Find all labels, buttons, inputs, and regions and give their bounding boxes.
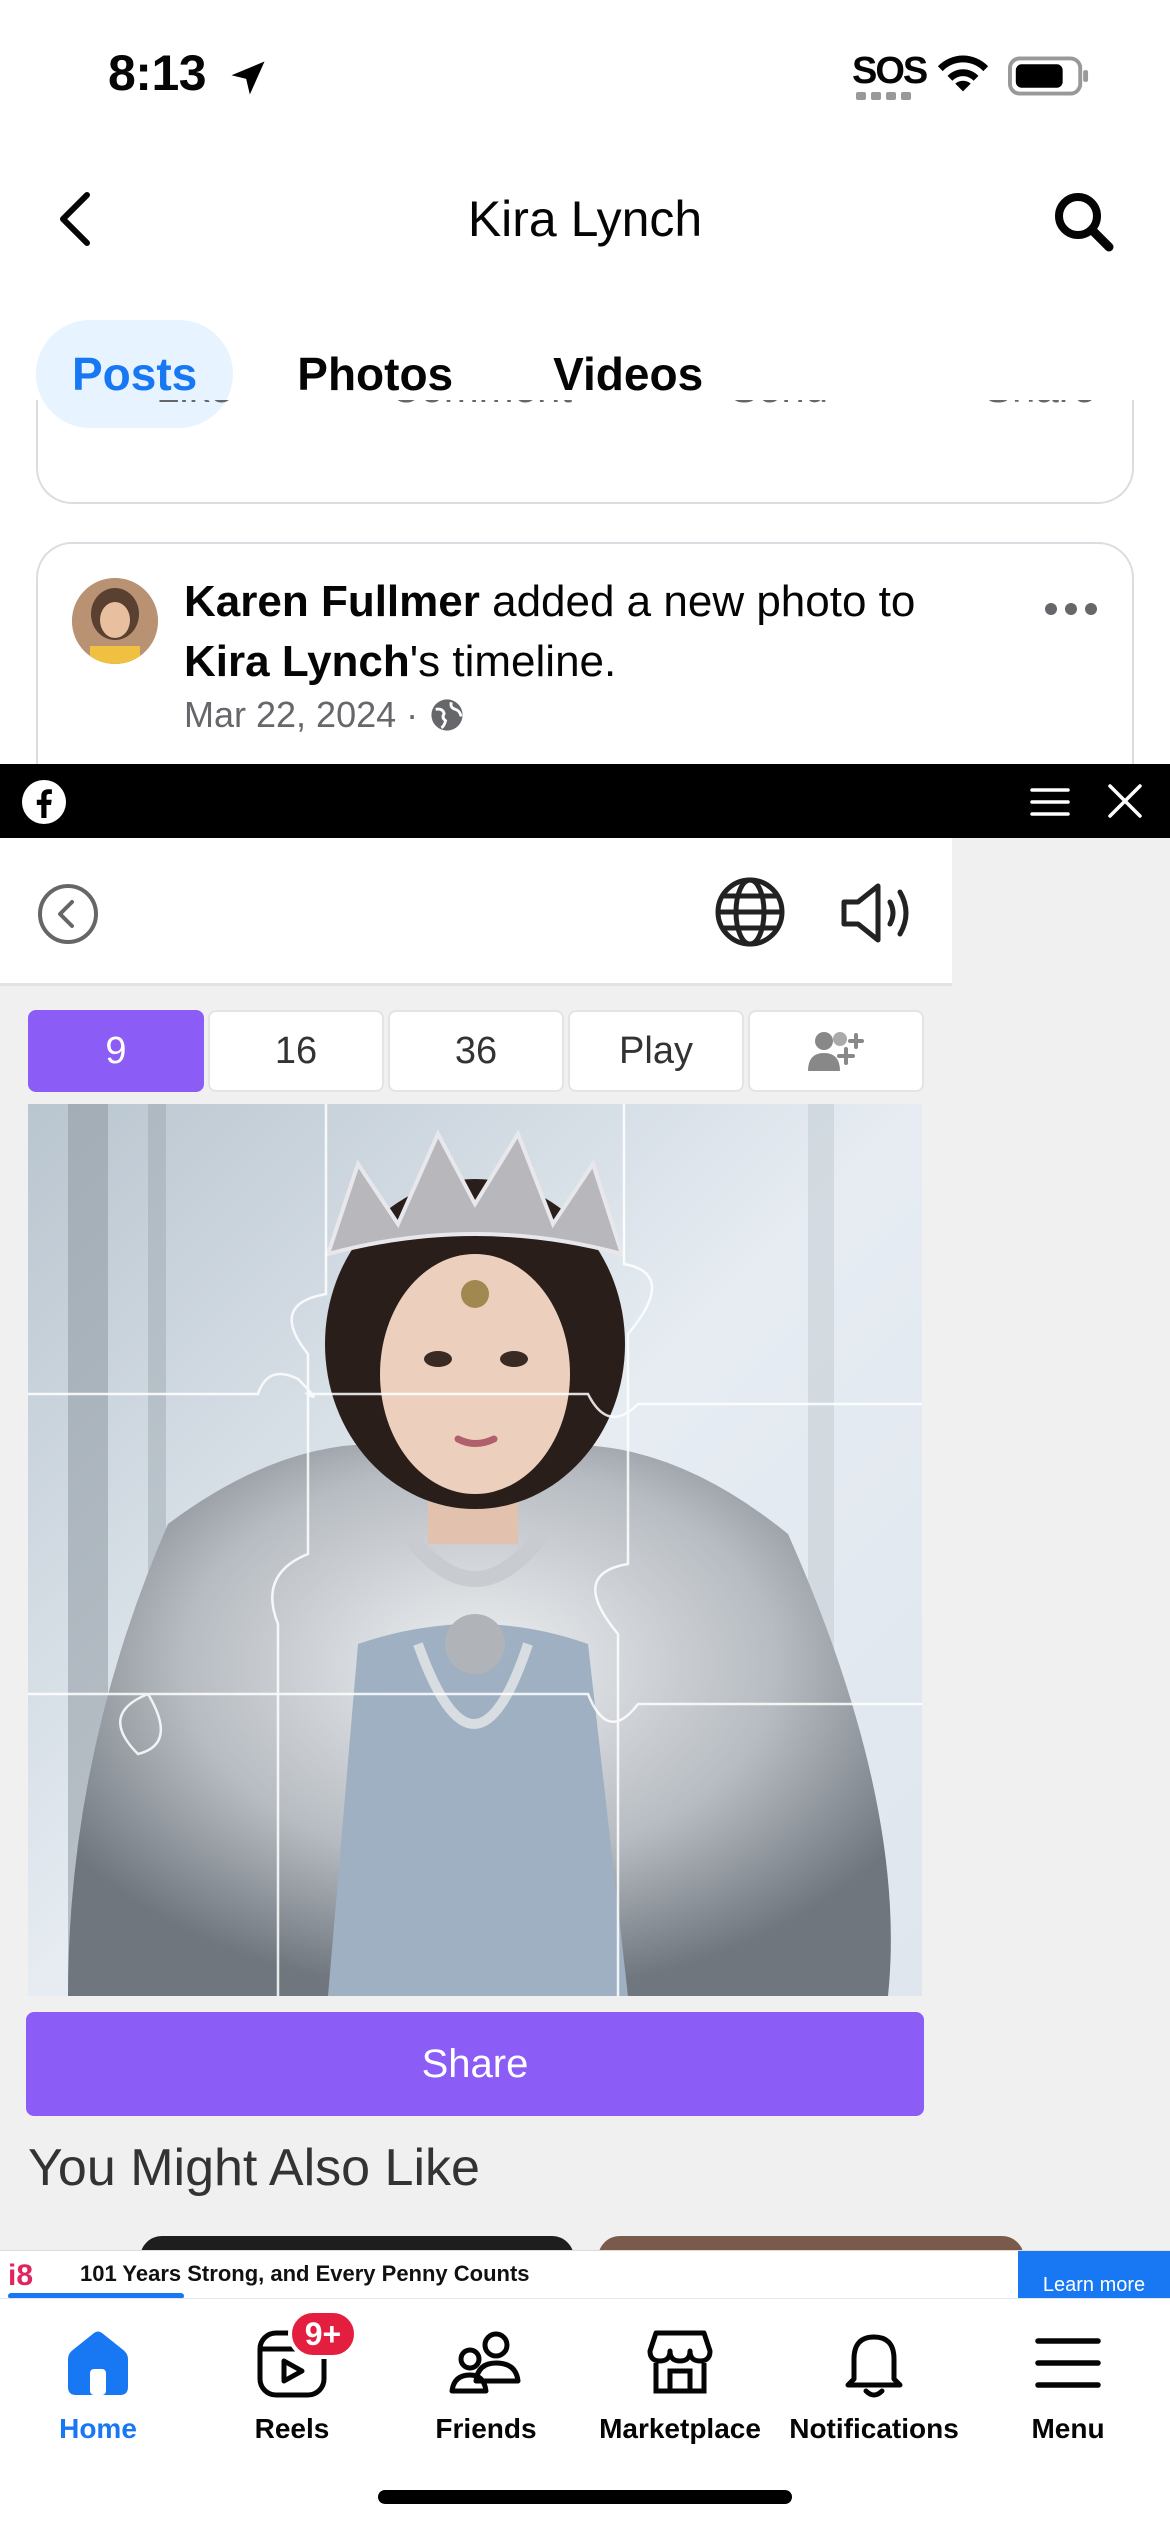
nav-notifications[interactable]: Notifications: [776, 2325, 972, 2465]
puzzle-size-selector: 9 16 36 Play: [28, 1010, 924, 1092]
more-options-button[interactable]: [1036, 594, 1106, 624]
nav-reels[interactable]: 9+ Reels: [194, 2309, 390, 2465]
nav-friends[interactable]: Friends: [388, 2325, 584, 2465]
reels-badge: 9+: [288, 2309, 358, 2359]
nav-label: Marketplace: [599, 2413, 761, 2444]
ad-logo: i8: [8, 2259, 34, 2292]
marketplace-icon: [647, 2330, 713, 2394]
home-icon: [68, 2331, 128, 2395]
jigsaw-puzzle-board[interactable]: [28, 1104, 922, 1996]
language-globe-icon[interactable]: [712, 874, 788, 950]
nav-label: Home: [59, 2413, 137, 2444]
status-time: 8:13: [108, 45, 207, 101]
post-text: Karen Fullmer added a new photo to Kira …: [184, 572, 1004, 692]
bell-icon: [845, 2334, 903, 2398]
nav-menu[interactable]: Menu: [970, 2325, 1166, 2465]
page-title: Kira Lynch: [467, 191, 703, 247]
post-actions-row: Like Comment Send Share: [36, 400, 1134, 504]
nav-label: Friends: [435, 2413, 537, 2444]
mode-9-button[interactable]: 9: [28, 1010, 204, 1092]
nav-marketplace[interactable]: Marketplace: [582, 2325, 778, 2465]
section-title: You Might Also Like: [28, 2139, 480, 2197]
in-app-browser-bar: [0, 764, 1170, 838]
game-toolbar: [0, 838, 952, 986]
post-card: Karen Fullmer added a new photo to Kira …: [36, 542, 1134, 802]
mode-16-button[interactable]: 16: [208, 1010, 384, 1092]
share-button[interactable]: Share: [26, 2012, 924, 2116]
nav-label: Notifications: [789, 2413, 959, 2444]
comment-button[interactable]: Comment: [390, 400, 572, 412]
status-bar: 8:13 SOS: [0, 0, 1170, 150]
wifi-icon: [937, 55, 989, 92]
browser-content: 9 16 36 Play Share You Might Also Like: [0, 838, 1170, 2298]
post-target[interactable]: Kira Lynch: [184, 637, 410, 686]
location-arrow-icon: [231, 61, 265, 95]
puzzle-image: [28, 1104, 922, 1996]
post-action-text: added a new photo to: [479, 577, 916, 626]
post-meta: Mar 22, 2024 ·: [184, 694, 464, 736]
facebook-logo-icon: [22, 780, 66, 824]
ad-banner[interactable]: i8 101 Years Strong, and Every Penny Cou…: [0, 2250, 1170, 2299]
post-target-suffix: 's timeline.: [409, 637, 617, 686]
home-indicator: [378, 2490, 792, 2504]
add-user-icon: [808, 1032, 864, 1071]
signal-dots-icon: [856, 92, 911, 100]
send-button[interactable]: Send: [730, 400, 828, 412]
share-post-button[interactable]: Share: [984, 400, 1096, 412]
status-sos: SOS: [852, 50, 928, 92]
close-icon[interactable]: [1102, 778, 1148, 824]
post-author[interactable]: Karen Fullmer: [184, 577, 480, 626]
avatar-image: [72, 578, 158, 664]
nav-label: Reels: [254, 2413, 330, 2444]
nav-home[interactable]: Home: [0, 2325, 196, 2465]
search-icon: [1055, 193, 1114, 252]
menu-icon: [1035, 2338, 1101, 2388]
invite-friends-button[interactable]: [748, 1010, 924, 1092]
like-button[interactable]: Like: [156, 400, 233, 412]
globe-icon: [431, 699, 463, 731]
hamburger-menu-icon[interactable]: [1028, 780, 1072, 824]
learn-more-button[interactable]: Learn more: [1018, 2251, 1170, 2299]
sound-icon[interactable]: [838, 878, 918, 948]
nav-label: Menu: [1031, 2413, 1105, 2444]
mode-36-button[interactable]: 36: [388, 1010, 564, 1092]
friends-icon: [449, 2331, 521, 2394]
search-button[interactable]: [1046, 184, 1120, 258]
ad-headline: 101 Years Strong, and Every Penny Counts: [80, 2261, 530, 2286]
avatar[interactable]: [72, 578, 158, 664]
play-button[interactable]: Play: [568, 1010, 744, 1092]
circle-back-icon[interactable]: [36, 882, 100, 946]
profile-header: Kira Lynch: [0, 160, 1170, 280]
battery-icon: [1008, 56, 1089, 96]
post-date: Mar 22, 2024 ·: [184, 694, 419, 735]
